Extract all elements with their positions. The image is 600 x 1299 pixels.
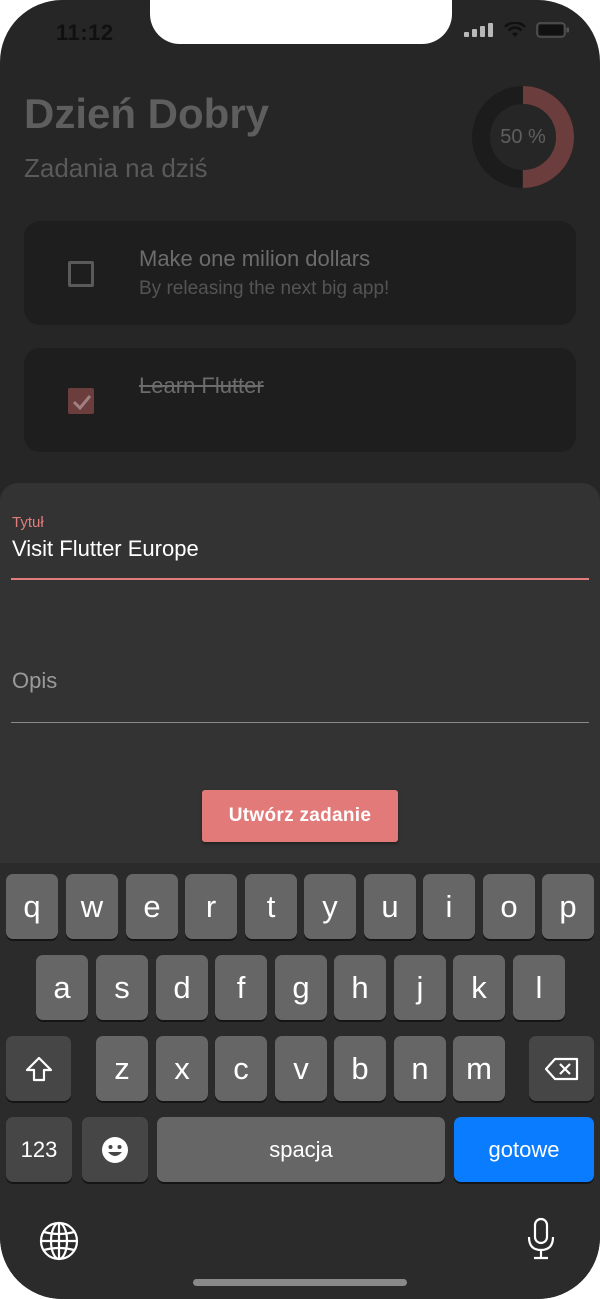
key-x[interactable]: x [156,1036,208,1101]
key-a[interactable]: a [36,955,88,1020]
task-card[interactable]: Learn Flutter [24,348,576,452]
key-m[interactable]: m [453,1036,505,1101]
key-v[interactable]: v [275,1036,327,1101]
keyboard: q w e r t y u i o p a s d f g h j k l z … [0,863,600,1299]
status-icons [464,22,570,38]
key-k[interactable]: k [453,955,505,1020]
title-field-label: Tytuł [12,514,44,531]
microphone-icon[interactable] [526,1217,556,1261]
description-input-underline [11,722,589,723]
new-task-sheet: Tytuł Opis Utwórz zadanie [0,483,600,883]
create-task-button[interactable]: Utwórz zadanie [202,790,398,842]
key-h[interactable]: h [334,955,386,1020]
key-z[interactable]: z [96,1036,148,1101]
key-o[interactable]: o [483,874,535,939]
key-r[interactable]: r [185,874,237,939]
home-indicator[interactable] [193,1279,407,1286]
task-checkbox-checked[interactable] [68,388,94,414]
title-input[interactable] [12,536,572,562]
key-p[interactable]: p [542,874,594,939]
phone-screen: 11:12 Dzień Dobry Zadania na dziś 50 % M… [0,0,600,1299]
key-t[interactable]: t [245,874,297,939]
status-time: 11:12 [56,20,114,45]
key-f[interactable]: f [215,955,267,1020]
key-g[interactable]: g [275,955,327,1020]
task-card[interactable]: Make one milion dollars By releasing the… [24,221,576,325]
status-bar: 11:12 [0,0,600,60]
check-icon [72,395,92,411]
backspace-key[interactable] [529,1036,594,1101]
key-e[interactable]: e [126,874,178,939]
emoji-icon [102,1136,128,1163]
tasks-subtitle: Zadania na dziś [24,153,208,183]
task-description: By releasing the next big app! [139,278,390,299]
emoji-key[interactable] [82,1117,148,1182]
numbers-key[interactable]: 123 [6,1117,72,1182]
notch [150,0,452,44]
key-s[interactable]: s [96,955,148,1020]
task-title: Learn Flutter [139,373,264,398]
key-d[interactable]: d [156,955,208,1020]
key-w[interactable]: w [66,874,118,939]
greeting-title: Dzień Dobry [24,90,270,137]
key-q[interactable]: q [6,874,58,939]
key-y[interactable]: y [304,874,356,939]
globe-icon[interactable] [39,1221,79,1261]
done-key[interactable]: gotowe [454,1117,594,1182]
backspace-icon [544,1057,578,1080]
battery-icon [536,22,569,38]
task-checkbox[interactable] [68,261,94,287]
wifi-icon [504,22,526,37]
task-title: Make one milion dollars [139,246,371,271]
key-l[interactable]: l [513,955,565,1020]
key-u[interactable]: u [364,874,416,939]
shift-icon [25,1056,52,1081]
description-input[interactable]: Opis [12,668,57,694]
space-key[interactable]: spacja [157,1117,445,1182]
progress-label: 50 % [500,125,546,148]
title-input-underline [11,578,589,580]
shift-key[interactable] [6,1036,71,1101]
signal-icon [464,23,493,37]
key-n[interactable]: n [394,1036,446,1101]
key-j[interactable]: j [394,955,446,1020]
key-c[interactable]: c [215,1036,267,1101]
key-b[interactable]: b [334,1036,386,1101]
key-i[interactable]: i [423,874,475,939]
